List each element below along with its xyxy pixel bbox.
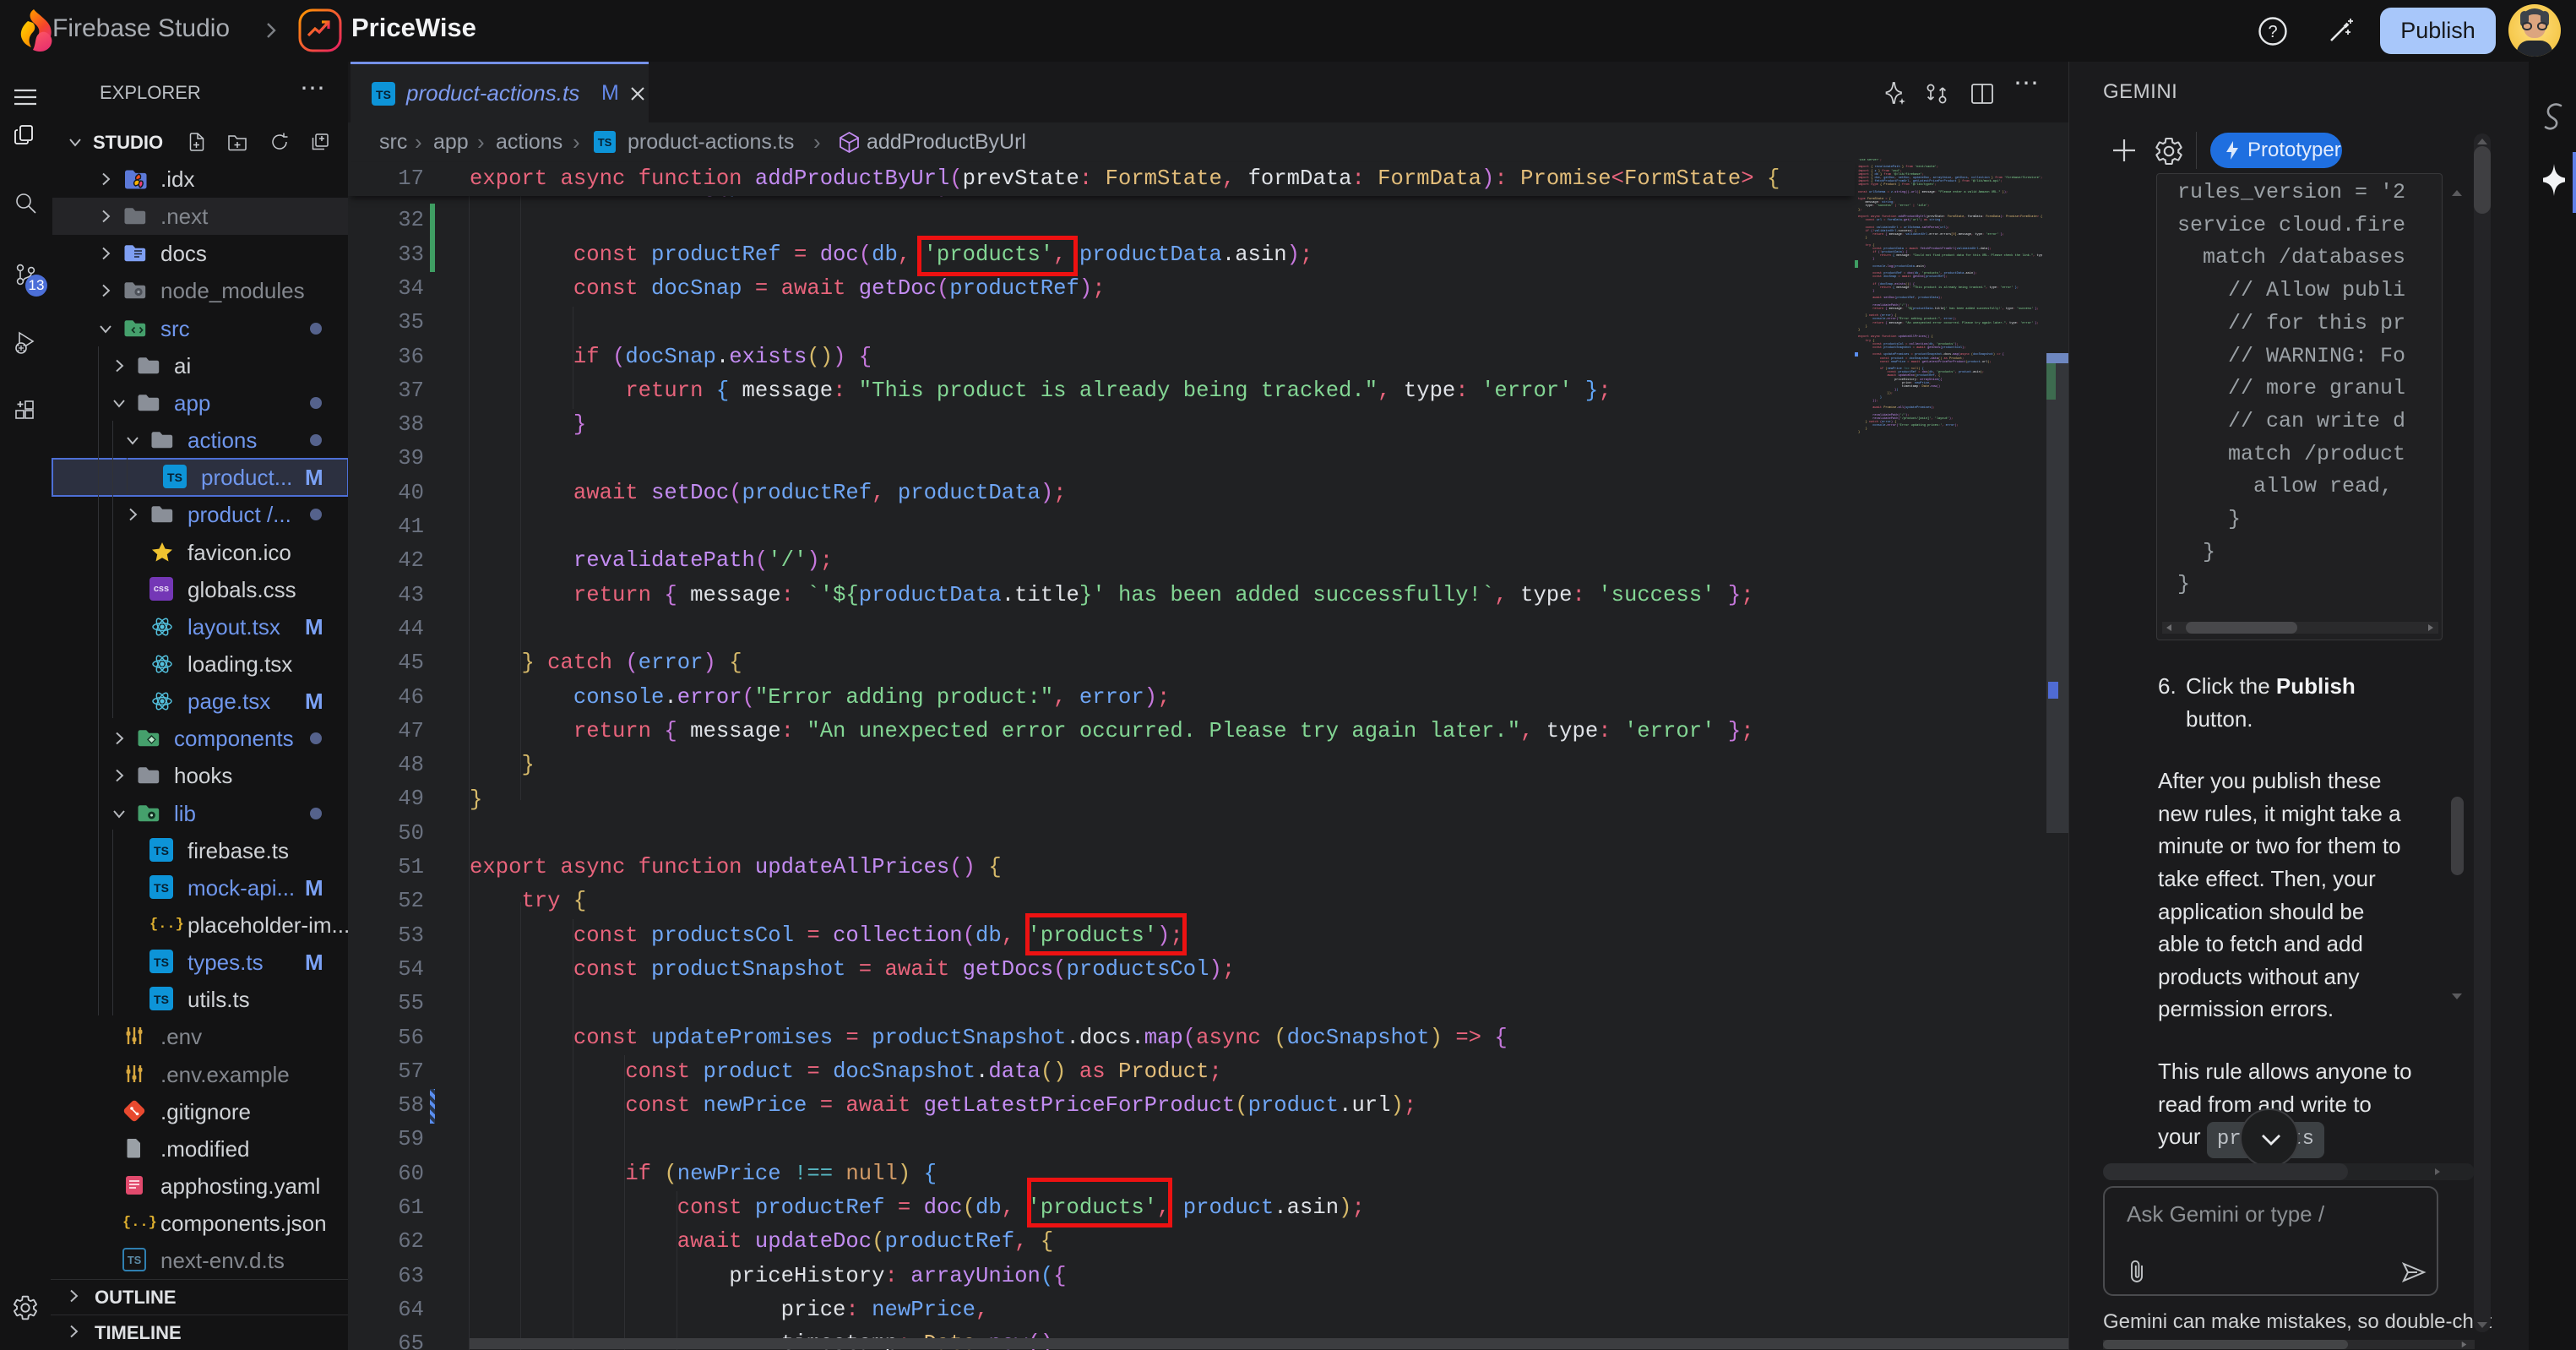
svg-text:?: ? [2268,23,2277,41]
